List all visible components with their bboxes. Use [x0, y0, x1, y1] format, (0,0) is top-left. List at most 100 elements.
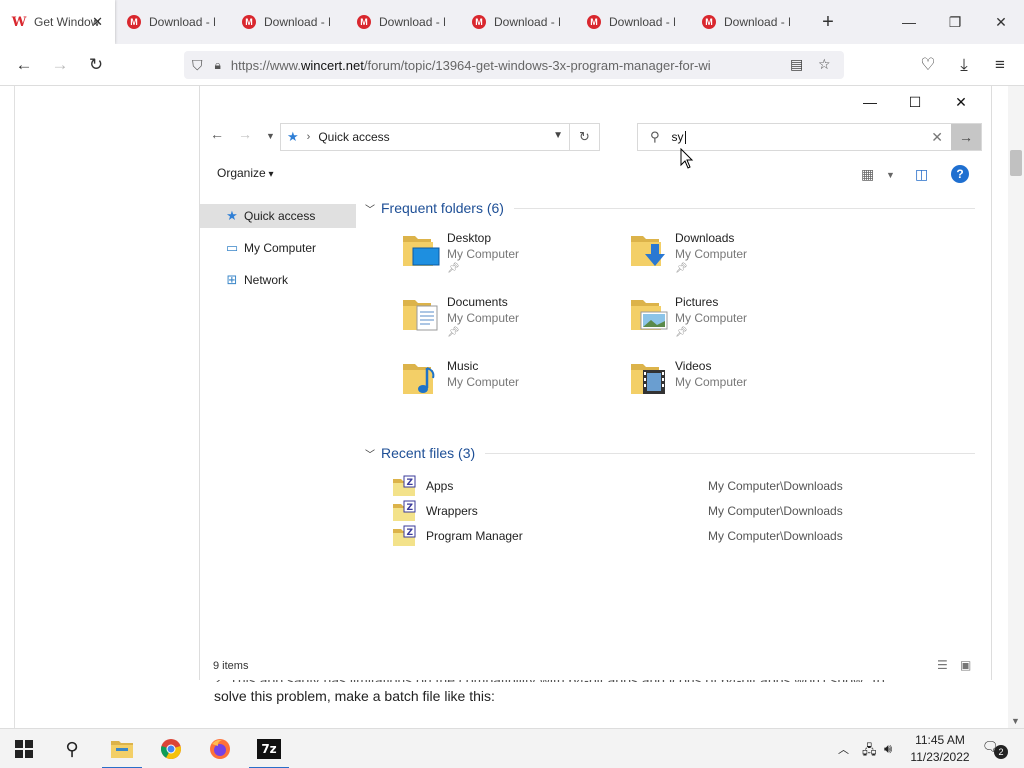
tab-get-windows[interactable]: W Get Windows 3x Program Manager ✕ — [0, 0, 115, 44]
close-window-button[interactable]: ✕ — [978, 0, 1024, 44]
explorer-maximize-button[interactable]: ☐ — [892, 92, 938, 112]
notification-center-icon[interactable]: 🗨︎ 2 — [982, 739, 1008, 759]
recent-file-program-manager[interactable]: Z Program Manager My Computer\Downloads — [365, 523, 975, 548]
pocket-icon[interactable]: ♡ — [914, 52, 942, 78]
folder-pictures[interactable]: Pictures My Computer 📌︎ — [629, 294, 829, 352]
web-paragraph: solve this problem, make a batch file li… — [214, 688, 495, 704]
tab-download-5[interactable]: M Download - MEGA — [575, 0, 690, 44]
recent-file-wrappers[interactable]: Z Wrappers My Computer\Downloads — [365, 498, 975, 523]
recent-locations-icon[interactable]: ▼ — [266, 131, 275, 141]
file-path: My Computer\Downloads — [708, 528, 843, 543]
lock-icon[interactable]: 🔒︎ — [215, 58, 221, 73]
restore-window-button[interactable]: ❐ — [932, 0, 978, 44]
pin-icon: 📌︎ — [675, 327, 688, 338]
search-go-button[interactable]: → — [951, 124, 981, 150]
folder-location: My Computer — [447, 311, 520, 325]
close-tab-icon[interactable]: ✕ — [92, 14, 103, 30]
7zip-icon[interactable]: 7z — [245, 729, 293, 768]
recent-files-header[interactable]: ﹀ Recent files (3) — [365, 443, 975, 463]
mega-favicon-icon: M — [357, 15, 371, 29]
help-button[interactable]: ? — [951, 165, 969, 183]
shield-icon[interactable]: ⛉ — [192, 57, 203, 74]
clear-search-icon[interactable]: ✕ — [931, 129, 943, 146]
tab-download-3[interactable]: M Download - MEGA — [345, 0, 460, 44]
start-button[interactable] — [0, 729, 48, 768]
forward-button[interactable]: → — [46, 52, 74, 78]
nav-item-label: Quick access — [244, 209, 316, 223]
explorer-nav-pane: ★ Quick access ▭ My Computer ⊞ Network — [200, 204, 356, 300]
firefox-icon[interactable] — [196, 729, 244, 768]
folder-videos[interactable]: Videos My Computer — [629, 358, 829, 416]
volume-icon[interactable]: 🔊︎ — [884, 741, 892, 757]
search-icon: ⚲ — [650, 129, 660, 144]
tab-label: Download - MEGA — [149, 15, 215, 29]
nav-item-my-computer[interactable]: ▭ My Computer — [200, 236, 356, 260]
reader-view-icon[interactable]: ▤ — [790, 56, 803, 73]
large-icons-view-icon[interactable]: ▣ — [960, 658, 971, 672]
nav-item-quick-access[interactable]: ★ Quick access — [200, 204, 356, 228]
recent-file-apps[interactable]: Z Apps My Computer\Downloads — [365, 473, 975, 498]
address-location[interactable]: Quick access — [318, 130, 389, 144]
system-clock[interactable]: 11:45 AM 11/23/2022 — [908, 732, 972, 766]
scrollbar-thumb[interactable] — [1010, 150, 1022, 176]
svg-text:Z: Z — [407, 478, 414, 488]
new-tab-button[interactable]: + — [813, 11, 843, 34]
tab-download-6[interactable]: M Download - MEGA — [690, 0, 805, 44]
folder-location: My Computer — [447, 247, 520, 261]
explorer-search-box[interactable]: ⚲ sy ✕ → — [637, 123, 982, 151]
tab-download-2[interactable]: M Download - MEGA — [230, 0, 345, 44]
recent-files-list: Z Apps My Computer\Downloads Z Wrappers … — [365, 473, 975, 548]
explorer-forward-icon[interactable]: → — [238, 126, 252, 142]
breadcrumb-chevron-icon[interactable]: › — [307, 131, 311, 143]
downloads-icon[interactable]: ⤓ — [950, 52, 978, 78]
network-status-icon[interactable]: 🖧︎ — [862, 741, 877, 763]
nav-item-network[interactable]: ⊞ Network — [200, 268, 356, 292]
desktop-folder-icon — [403, 236, 440, 266]
minimize-window-button[interactable]: — — [886, 0, 932, 44]
bookmark-star-icon[interactable]: ☆ — [818, 56, 831, 73]
tab-download-4[interactable]: M Download - MEGA — [460, 0, 575, 44]
folder-music[interactable]: Music My Computer — [401, 358, 601, 416]
folder-name: Videos — [675, 359, 712, 373]
scroll-down-icon[interactable]: ▼ — [1011, 716, 1020, 726]
7zip-logo: 7z — [257, 739, 281, 759]
view-options-dropdown-icon[interactable]: ▼ — [886, 170, 895, 180]
chrome-icon[interactable] — [147, 729, 195, 768]
page-scrollbar[interactable]: ▼ — [1008, 86, 1024, 728]
pin-icon: 📌︎ — [447, 263, 460, 274]
tab-label: Download - MEGA — [494, 15, 560, 29]
details-view-icon[interactable]: ☰ — [937, 658, 948, 672]
explorer-back-icon[interactable]: ← — [210, 126, 224, 142]
frequent-folders-header[interactable]: ﹀ Frequent folders (6) — [365, 198, 975, 218]
change-view-icon[interactable]: ▦ — [861, 166, 874, 183]
group-divider — [485, 452, 975, 454]
tab-download-1[interactable]: M Download - MEGA — [115, 0, 230, 44]
file-explorer-icon[interactable] — [98, 729, 146, 768]
back-button[interactable]: ← — [10, 52, 38, 78]
collapse-chevron-icon[interactable]: ﹀ — [365, 446, 375, 461]
preview-pane-icon[interactable]: ◫ — [915, 166, 928, 183]
tab-label: Download - MEGA — [724, 15, 790, 29]
folder-desktop[interactable]: Desktop My Computer 📌︎ — [401, 230, 601, 288]
explorer-close-button[interactable]: ✕ — [938, 92, 984, 112]
web-page-margin — [0, 86, 15, 728]
refresh-button[interactable]: ↻ — [569, 124, 599, 150]
reload-button[interactable]: ↻ — [82, 52, 110, 78]
folder-name: Music — [447, 359, 479, 373]
collapse-chevron-icon[interactable]: ﹀ — [365, 201, 375, 216]
url-bar[interactable]: ⛉ 🔒︎ https://www.wincert.net/forum/topic… — [184, 51, 844, 79]
organize-button[interactable]: Organize — [217, 166, 274, 180]
show-hidden-icons-icon[interactable]: ︿ — [838, 741, 849, 757]
address-dropdown-icon[interactable]: ▼ — [553, 130, 563, 141]
explorer-minimize-button[interactable]: — — [847, 92, 893, 112]
search-icon[interactable]: ⚲ — [48, 729, 96, 768]
explorer-address-bar[interactable]: ★ › Quick access ▼ ↻ — [280, 123, 600, 151]
folder-location: My Computer — [675, 375, 748, 389]
folder-location: My Computer — [675, 247, 748, 261]
search-input[interactable]: sy — [672, 130, 686, 144]
menu-icon[interactable]: ≡ — [986, 52, 1014, 78]
url-text[interactable]: https://www.wincert.net/forum/topic/1396… — [231, 58, 767, 73]
folder-documents[interactable]: Documents My Computer 📌︎ — [401, 294, 601, 352]
music-folder-icon — [403, 364, 435, 394]
folder-downloads[interactable]: Downloads My Computer 📌︎ — [629, 230, 829, 288]
